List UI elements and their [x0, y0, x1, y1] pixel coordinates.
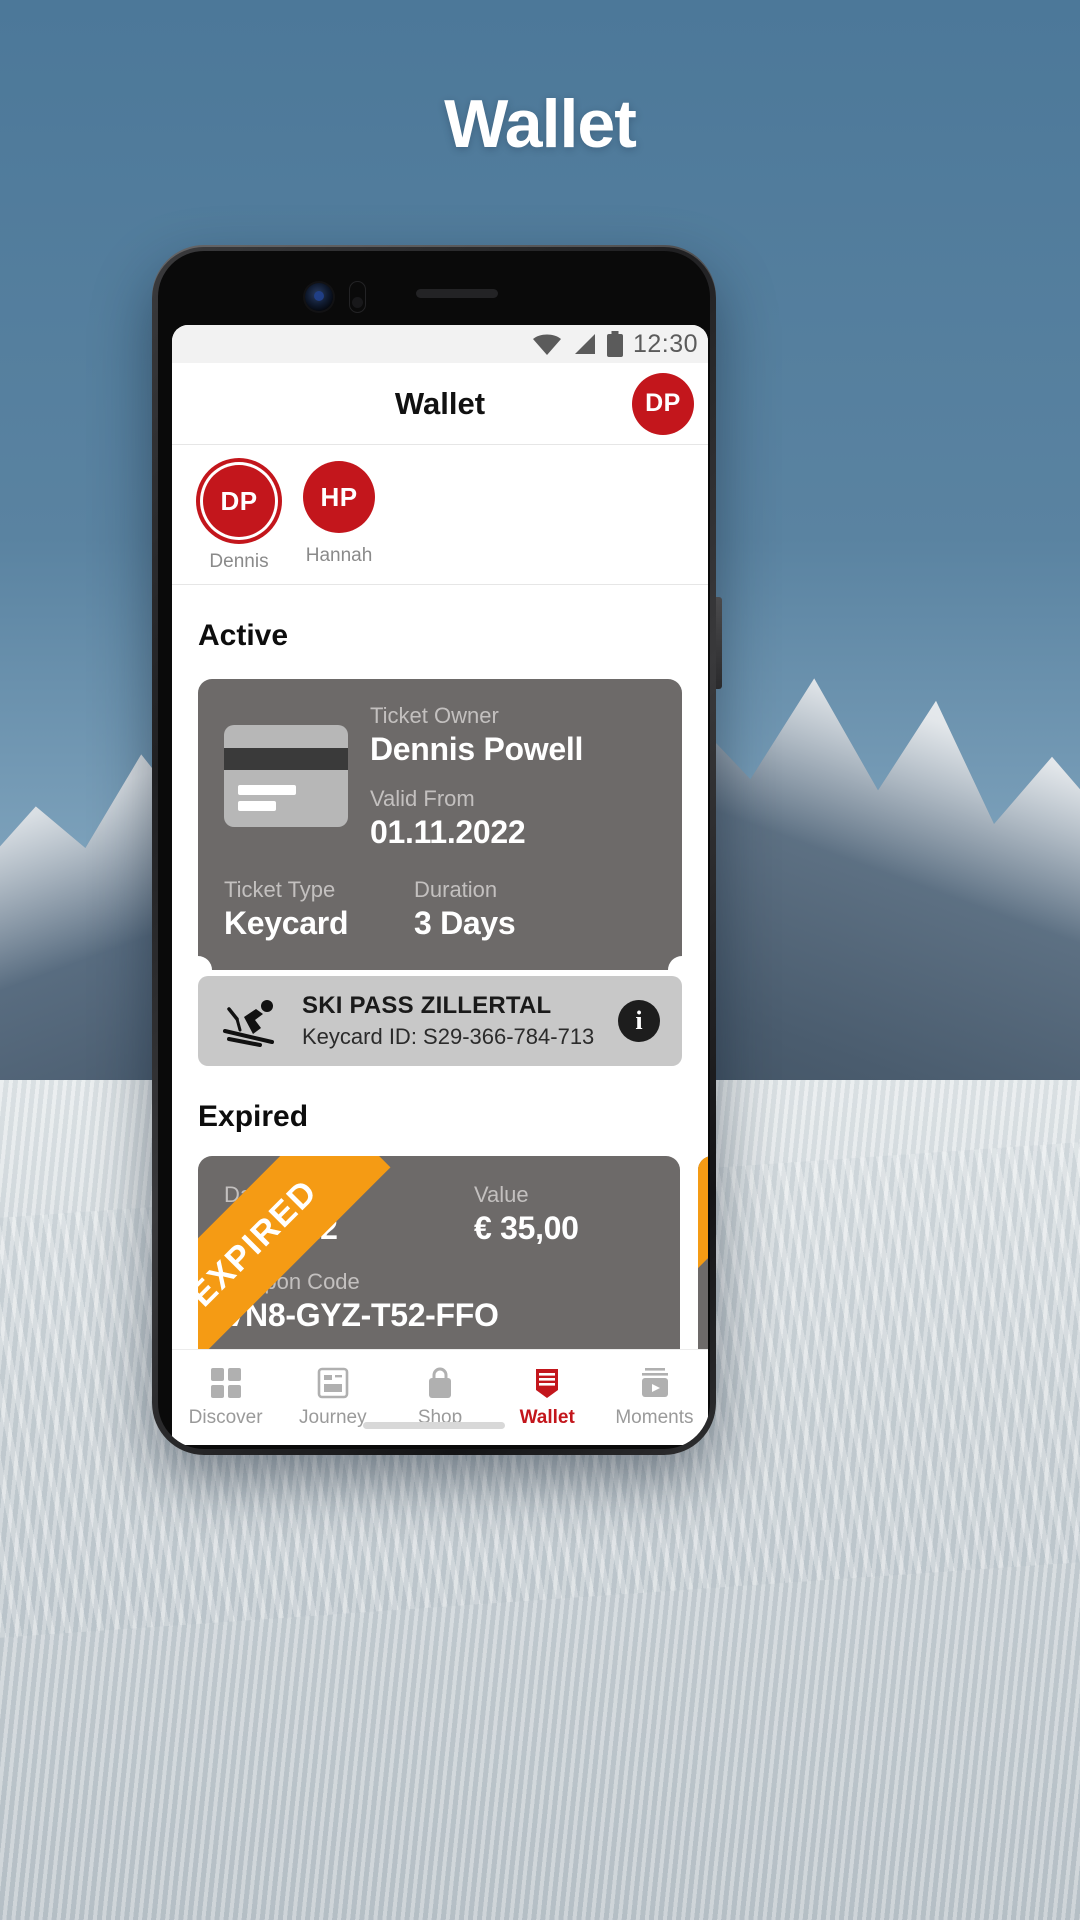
ticket-product-name: SKI PASS ZILLERTAL: [302, 992, 552, 1019]
app-bar-title: Wallet: [394, 385, 486, 421]
value-ticket-type: Keycard: [224, 905, 349, 941]
section-title-active: Active: [198, 619, 289, 652]
phone-notch: [172, 265, 696, 325]
profile-name-dennis: Dennis: [209, 551, 269, 572]
expired-tickets-carousel[interactable]: EXPIRED Date 02.2022 Value € 35,00: [172, 1134, 708, 1349]
phone-device: 12:30 Wallet DP DP Dennis HP Hannah Acti…: [152, 245, 722, 1455]
value-ticket-owner: Dennis Powell: [370, 731, 584, 767]
earpiece-speaker: [416, 289, 498, 298]
nav-label-moments: Moments: [615, 1407, 694, 1428]
profile-avatar-dennis: DP: [203, 465, 275, 537]
phone-screen: 12:30 Wallet DP DP Dennis HP Hannah Acti…: [172, 325, 708, 1445]
nav-item-discover[interactable]: Discover: [172, 1366, 279, 1429]
phone-bezel: 12:30 Wallet DP DP Dennis HP Hannah Acti…: [158, 251, 710, 1449]
field-ticket-owner: Ticket Owner Dennis Powell: [370, 703, 656, 768]
cellular-signal-icon: [574, 334, 595, 354]
field-duration: Duration 3 Days: [414, 877, 656, 942]
profile-name-hannah: Hannah: [305, 545, 373, 566]
keycard-magstripe: [224, 748, 348, 770]
field-coupon-code: Coupon Code VN8-GYZ-T52-FFO: [224, 1269, 654, 1334]
field-expired-value: Value € 35,00: [474, 1182, 654, 1247]
nav-label-wallet: Wallet: [519, 1407, 575, 1428]
label-ticket-owner: Ticket Owner: [370, 703, 499, 728]
section-title-expired: Expired: [198, 1100, 309, 1133]
article-icon: [317, 1367, 349, 1399]
label-coupon-code: Coupon Code: [224, 1269, 360, 1294]
profile-avatar-hannah: HP: [303, 461, 375, 533]
nav-item-wallet[interactable]: Wallet: [494, 1366, 601, 1429]
active-ticket-container: Ticket Owner Dennis Powell Valid From 01…: [172, 653, 708, 1066]
label-ticket-type: Ticket Type: [224, 877, 336, 902]
power-button[interactable]: [716, 597, 722, 689]
label-valid-from: Valid From: [370, 786, 475, 811]
nav-item-journey[interactable]: Journey: [279, 1366, 386, 1429]
page-title: Wallet: [444, 86, 637, 162]
field-valid-from: Valid From 01.11.2022: [370, 786, 656, 851]
expired-ribbon-next: [698, 1156, 708, 1349]
ticket-keycard-id: Keycard ID: S29-366-784-713: [302, 1024, 595, 1049]
info-icon[interactable]: i: [618, 1000, 660, 1042]
value-expired-value: € 35,00: [474, 1210, 579, 1246]
nav-item-shop[interactable]: Shop: [386, 1366, 493, 1429]
keycard-line-2: [238, 801, 276, 811]
skier-icon: [223, 1000, 274, 1047]
proximity-sensor-icon: [349, 281, 366, 313]
expired-ticket-card[interactable]: EXPIRED Date 02.2022 Value € 35,00: [198, 1156, 680, 1349]
active-ticket-card[interactable]: Ticket Owner Dennis Powell Valid From 01…: [198, 679, 682, 970]
video-library-icon: [642, 1368, 669, 1397]
info-icon-glyph: i: [635, 1006, 643, 1035]
nav-label-journey: Journey: [299, 1407, 367, 1428]
profile-chip-hannah[interactable]: HP Hannah: [296, 461, 382, 567]
wifi-icon: [532, 334, 561, 355]
expired-ticket-card-next[interactable]: [698, 1156, 708, 1349]
wallet-icon: [536, 1369, 559, 1398]
profile-initials-dennis: DP: [220, 485, 258, 516]
front-camera-icon: [305, 283, 333, 311]
profile-chip-dennis[interactable]: DP Dennis: [196, 461, 282, 573]
bottom-navigation-bar: Discover Journey Shop Wallet Moments: [172, 1349, 708, 1445]
nav-label-discover: Discover: [188, 1407, 263, 1428]
active-ticket-footer[interactable]: SKI PASS ZILLERTAL Keycard ID: S29-366-7…: [198, 976, 682, 1066]
profile-switcher: DP Dennis HP Hannah: [172, 445, 708, 585]
battery-full-icon: [606, 331, 623, 357]
status-bar-clock: 12:30: [632, 329, 698, 358]
nav-item-moments[interactable]: Moments: [601, 1366, 708, 1429]
label-duration: Duration: [414, 877, 498, 902]
keycard-line-1: [238, 785, 296, 795]
keycard-icon: [224, 725, 348, 827]
account-avatar-initials: DP: [645, 389, 681, 417]
value-valid-from: 01.11.2022: [370, 814, 526, 850]
value-coupon-code: VN8-GYZ-T52-FFO: [224, 1297, 499, 1333]
app-bar: Wallet DP: [172, 363, 708, 445]
label-expired-value: Value: [474, 1182, 529, 1207]
field-ticket-type: Ticket Type Keycard: [224, 877, 414, 942]
account-avatar-button[interactable]: DP: [632, 372, 694, 435]
profile-initials-hannah: HP: [320, 481, 358, 512]
wallet-content-scroll[interactable]: Active Ticket Owner Dennis Powell Valid …: [172, 585, 708, 1349]
value-duration: 3 Days: [414, 905, 516, 941]
grid-icon: [210, 1368, 241, 1398]
home-indicator[interactable]: [363, 1422, 505, 1429]
shopping-bag-icon: [429, 1367, 451, 1398]
status-bar: 12:30: [172, 325, 708, 363]
